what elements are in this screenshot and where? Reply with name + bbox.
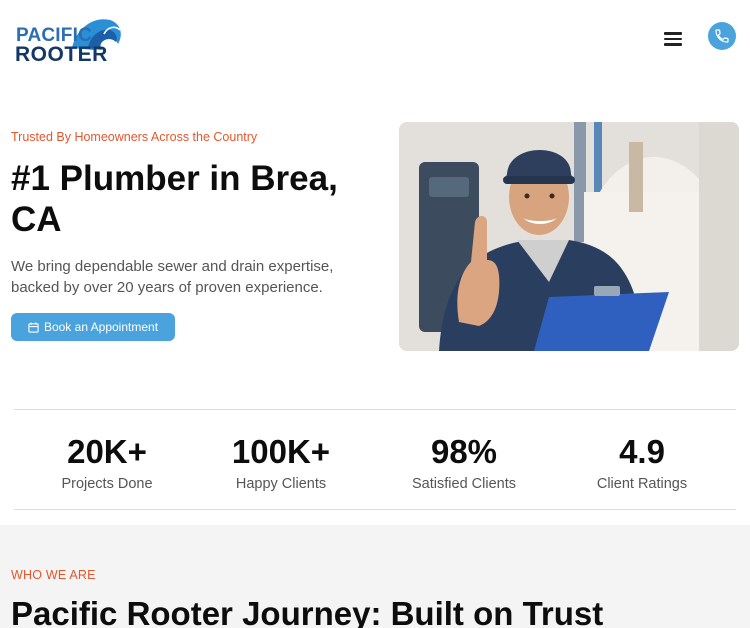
hamburger-menu-icon[interactable]: [660, 29, 686, 49]
stat-ratings: 4.9 Client Ratings: [580, 432, 704, 492]
hero-title: #1 Plumber in Brea, CA: [11, 159, 338, 239]
hero-eyebrow: Trusted By Homeowners Across the Country: [11, 130, 258, 144]
book-appointment-label: Book an Appointment: [43, 320, 159, 334]
book-appointment-button[interactable]: Book an Appointment: [11, 313, 175, 341]
stat-value: 98%: [430, 433, 498, 470]
who-we-are-title: Pacific Rooter Journey: Built on Trust: [11, 595, 604, 628]
calendar-icon: [28, 321, 39, 333]
logo[interactable]: PACIFIC ROOTER: [14, 14, 121, 66]
hero-description: We bring dependable sewer and drain expe…: [11, 258, 334, 296]
stat-projects: 20K+ Projects Done: [47, 432, 167, 492]
site-header: PACIFIC ROOTER: [0, 0, 750, 80]
stat-satisfied-clients: 98% Satisfied Clients: [398, 432, 530, 492]
stat-label: Satisfied Clients: [412, 476, 516, 492]
phone-icon: [715, 29, 729, 43]
who-we-are-section: WHO WE ARE Pacific Rooter Journey: Built…: [0, 525, 750, 628]
who-we-are-kicker: WHO WE ARE: [11, 568, 96, 582]
stat-label: Projects Done: [61, 476, 153, 492]
stat-happy-clients: 100K+ Happy Clients: [215, 432, 347, 492]
stats-top-divider: [14, 409, 736, 410]
plumber-illustration: [399, 122, 739, 351]
stat-label: Happy Clients: [235, 476, 327, 492]
stats-bottom-divider: [14, 509, 736, 510]
logo-text-bottom: ROOTER: [15, 43, 108, 66]
stat-value: 20K+: [67, 433, 147, 470]
stat-label: Client Ratings: [596, 476, 688, 492]
phone-call-button[interactable]: [708, 22, 736, 50]
hero-plumber-image: [399, 122, 739, 351]
stat-value: 4.9: [619, 433, 665, 470]
stat-value: 100K+: [231, 433, 331, 470]
